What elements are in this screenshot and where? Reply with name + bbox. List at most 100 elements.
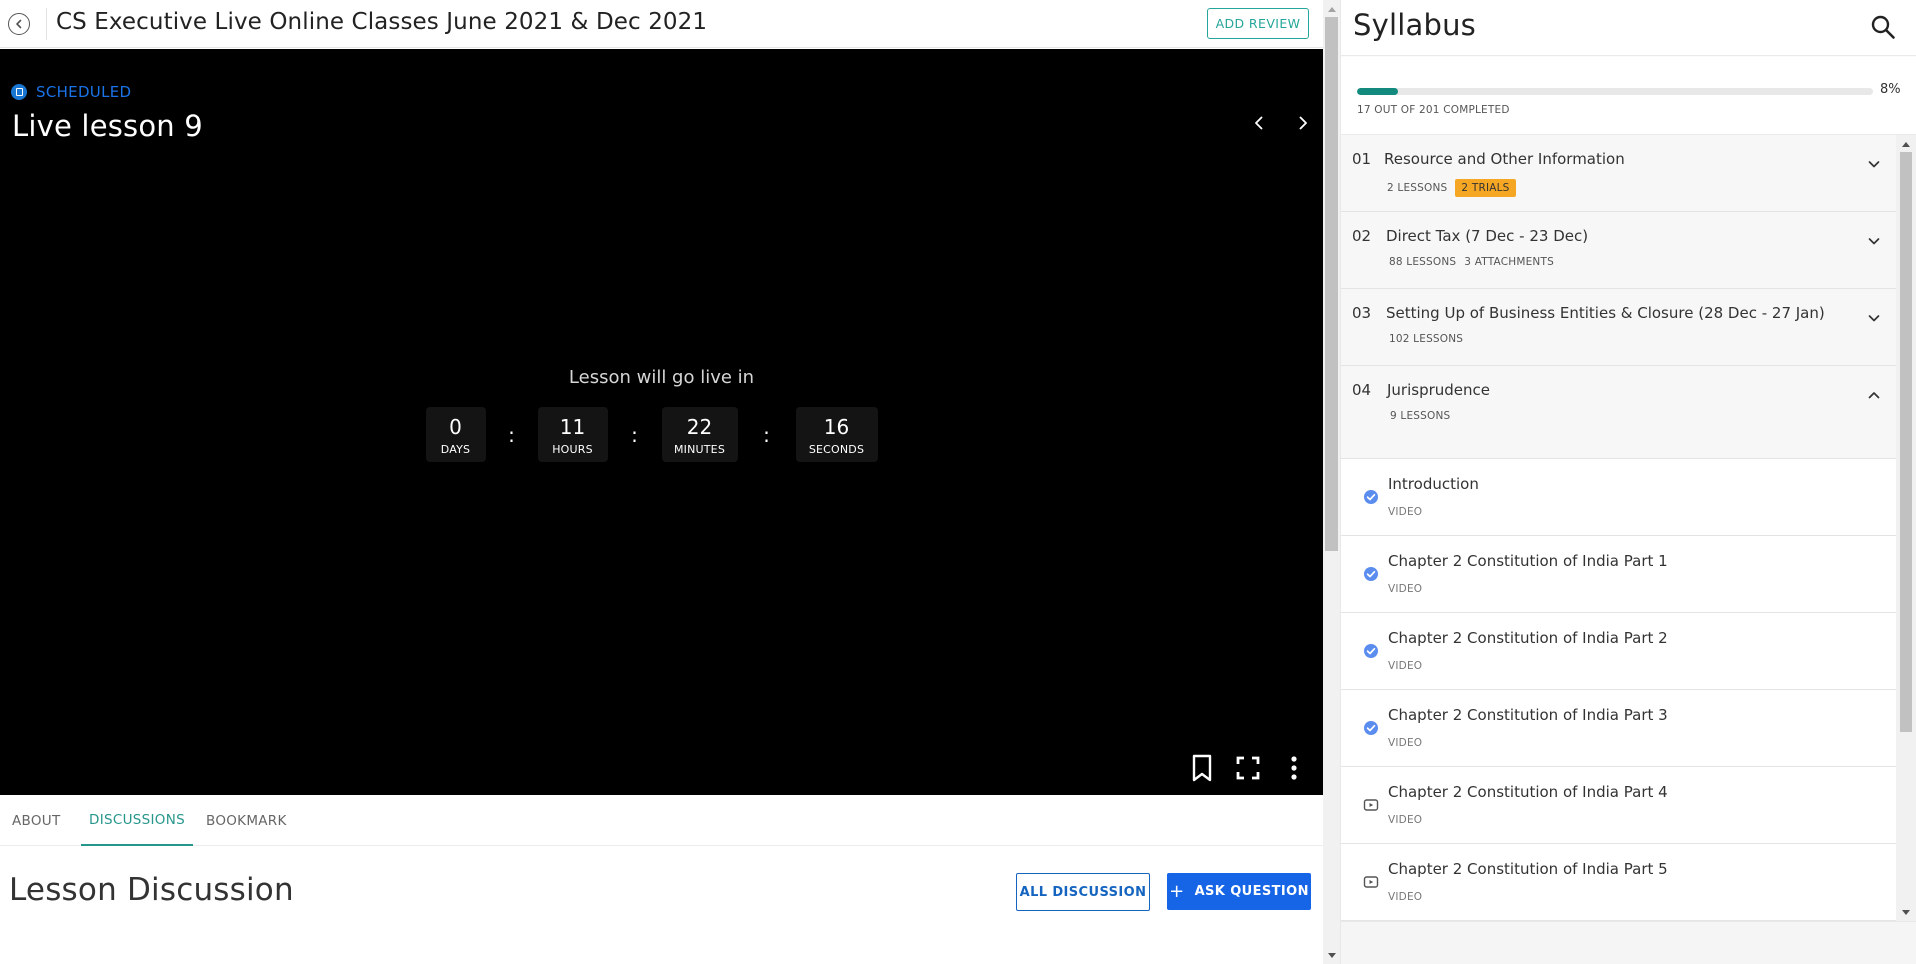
section-meta: 9 LESSONS [1390, 410, 1450, 422]
lesson-type: VIDEO [1388, 583, 1423, 595]
lesson-item[interactable]: Chapter 2 Constitution of India Part 2 V… [1341, 613, 1896, 690]
lesson-name: Chapter 2 Constitution of India Part 5 [1388, 860, 1668, 878]
ask-question-label: ASK QUESTION [1194, 884, 1309, 899]
lesson-navigation [1251, 115, 1311, 131]
days-unit: DAYS [440, 442, 471, 456]
trial-badge: 2 TRIALS [1455, 179, 1516, 197]
lesson-name: Chapter 2 Constitution of India Part 3 [1388, 706, 1668, 724]
section-item[interactable]: 03 Setting Up of Business Entities & Clo… [1341, 289, 1896, 366]
lesson-count: 2 LESSONS [1387, 182, 1448, 194]
lesson-count: 88 LESSONS [1389, 256, 1457, 268]
fullscreen-button[interactable] [1235, 753, 1261, 783]
progress-count: 17 OUT OF 201 COMPLETED [1357, 104, 1510, 116]
section-item-open[interactable]: 04 Jurisprudence 9 LESSONS [1341, 366, 1896, 459]
scrollbar-thumb[interactable] [1325, 17, 1338, 551]
tab-about[interactable]: ABOUT [12, 796, 61, 846]
section-number: 03 [1352, 304, 1372, 322]
completed-check-icon [1364, 567, 1378, 581]
section-title: Direct Tax (7 Dec - 23 Dec) [1386, 227, 1589, 245]
time-separator: : [508, 422, 515, 447]
section-title: Setting Up of Business Entities & Closur… [1386, 304, 1825, 322]
chevron-down-icon[interactable] [1867, 157, 1881, 171]
lesson-type: VIDEO [1388, 814, 1423, 826]
discussion-title: Lesson Discussion [9, 872, 294, 908]
syllabus-header: Syllabus [1341, 0, 1916, 56]
all-discussion-button[interactable]: ALL DISCUSSION [1016, 873, 1150, 911]
completed-check-icon [1364, 490, 1378, 504]
lesson-tabs: ABOUT DISCUSSIONS BOOKMARK [0, 796, 1323, 846]
lesson-type: VIDEO [1388, 660, 1423, 672]
syllabus-scrollbar[interactable] [1896, 135, 1916, 921]
more-options-button[interactable] [1281, 753, 1307, 783]
progress-percent: 8% [1880, 82, 1901, 97]
section-title: Resource and Other Information [1384, 150, 1625, 168]
progress-bar [1357, 88, 1873, 95]
previous-lesson-icon[interactable] [1251, 115, 1267, 131]
lesson-item[interactable]: Introduction VIDEO [1341, 459, 1896, 536]
video-play-icon [1363, 876, 1379, 888]
lesson-type: VIDEO [1388, 737, 1423, 749]
chevron-down-icon[interactable] [1867, 311, 1881, 325]
syllabus-title: Syllabus [1353, 8, 1476, 42]
video-play-icon [1363, 799, 1379, 811]
lesson-item[interactable]: Chapter 2 Constitution of India Part 5 V… [1341, 844, 1896, 921]
more-vertical-icon [1291, 756, 1297, 780]
lesson-item[interactable]: Chapter 2 Constitution of India Part 4 V… [1341, 767, 1896, 844]
add-review-button[interactable]: ADD REVIEW [1207, 8, 1309, 39]
tab-bookmark[interactable]: BOOKMARK [206, 796, 287, 846]
section-number: 02 [1352, 227, 1372, 245]
bookmark-button[interactable] [1189, 753, 1215, 783]
completed-check-icon [1364, 644, 1378, 658]
scroll-up-icon[interactable] [1323, 0, 1340, 17]
syllabus-list: 01 Resource and Other Information 2 LESS… [1341, 135, 1896, 921]
lesson-title: Live lesson 9 [12, 109, 203, 143]
lesson-name: Chapter 2 Constitution of India Part 1 [1388, 552, 1668, 570]
lesson-type: VIDEO [1388, 891, 1423, 903]
minutes-value: 22 [686, 414, 713, 439]
ask-question-button[interactable]: + ASK QUESTION [1167, 873, 1311, 910]
minutes-unit: MINUTES [673, 442, 726, 456]
attachment-count: 3 ATTACHMENTS [1464, 256, 1554, 268]
lesson-item[interactable]: Chapter 2 Constitution of India Part 3 V… [1341, 690, 1896, 767]
lesson-pane: CS Executive Live Online Classes June 20… [0, 0, 1323, 964]
fullscreen-icon [1236, 756, 1260, 780]
countdown: Lesson will go live in 0 DAYS : 11 HOURS… [0, 367, 1323, 462]
section-number: 04 [1352, 381, 1372, 399]
lesson-type: VIDEO [1388, 506, 1423, 518]
scroll-down-icon[interactable] [1323, 947, 1340, 964]
scroll-down-icon[interactable] [1896, 904, 1916, 921]
back-button[interactable] [8, 13, 30, 35]
app-window: CS Executive Live Online Classes June 20… [0, 0, 1916, 964]
player-controls [1189, 753, 1307, 783]
next-lesson-icon[interactable] [1295, 115, 1311, 131]
top-bar: CS Executive Live Online Classes June 20… [0, 0, 1323, 48]
divider [46, 8, 47, 40]
chevron-down-icon[interactable] [1867, 234, 1881, 248]
section-title: Jurisprudence [1387, 381, 1491, 399]
section-item[interactable]: 01 Resource and Other Information 2 LESS… [1341, 135, 1896, 212]
chevron-left-icon [16, 19, 22, 29]
video-player[interactable]: SCHEDULED Live lesson 9 Lesson will go l… [0, 49, 1323, 795]
syllabus-panel: Syllabus 8% 17 OUT OF 201 COMPLETED 01 R… [1341, 0, 1916, 964]
section-meta: 102 LESSONS [1389, 333, 1463, 345]
progress-bar-fill [1357, 88, 1399, 95]
status-row: SCHEDULED [11, 83, 131, 101]
status-label: SCHEDULED [36, 83, 132, 101]
scroll-up-icon[interactable] [1896, 135, 1916, 152]
course-progress: 8% 17 OUT OF 201 COMPLETED [1341, 57, 1916, 135]
hours-unit: HOURS [552, 442, 593, 456]
syllabus-footer [1341, 921, 1916, 964]
search-icon[interactable] [1870, 14, 1896, 40]
course-title: CS Executive Live Online Classes June 20… [56, 9, 708, 35]
chevron-up-icon[interactable] [1867, 388, 1881, 402]
main-scrollbar[interactable] [1323, 0, 1340, 964]
countdown-timer: 0 DAYS : 11 HOURS : 22 MINUTES : 16 SECO… [0, 407, 1323, 462]
tab-discussions[interactable]: DISCUSSIONS [81, 796, 193, 846]
section-item[interactable]: 02 Direct Tax (7 Dec - 23 Dec) 88 LESSON… [1341, 212, 1896, 289]
lesson-name: Chapter 2 Constitution of India Part 2 [1388, 629, 1668, 647]
hours-value: 11 [559, 414, 586, 439]
countdown-minutes: 22 MINUTES [661, 407, 738, 462]
scheduled-icon [11, 84, 27, 100]
scrollbar-thumb[interactable] [1900, 152, 1912, 732]
lesson-item[interactable]: Chapter 2 Constitution of India Part 1 V… [1341, 536, 1896, 613]
